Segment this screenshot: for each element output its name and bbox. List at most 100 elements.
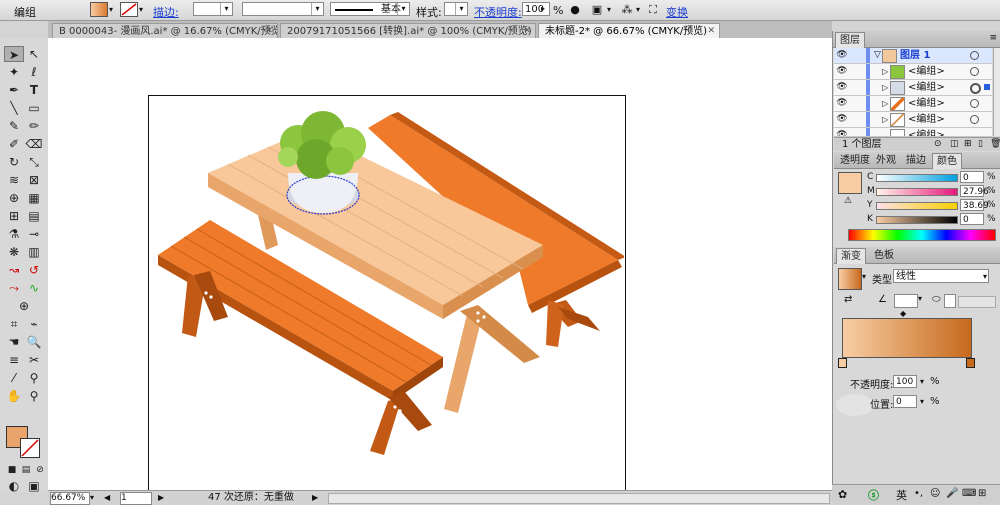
- free-transform-tool-icon[interactable]: ⊠: [24, 172, 44, 188]
- yellow-input[interactable]: 38.69: [960, 199, 989, 211]
- visibility-eye-icon[interactable]: 👁: [836, 114, 848, 125]
- reverse-gradient-icon[interactable]: ⇄: [844, 294, 852, 305]
- gradient-preview-swatch[interactable]: [838, 268, 862, 290]
- layer-name[interactable]: 图层 1: [900, 48, 930, 63]
- close-icon[interactable]: ✕: [523, 24, 531, 38]
- layer-name[interactable]: <编组>: [908, 80, 945, 95]
- opacity-link[interactable]: 不透明度:: [474, 4, 522, 20]
- target-circle-icon[interactable]: [970, 83, 981, 94]
- keyboard-icon[interactable]: ⌨: [962, 488, 976, 499]
- screen-mode-icon[interactable]: ▣: [24, 478, 44, 494]
- gradient-extra-field[interactable]: [958, 296, 996, 308]
- gradient-location-input[interactable]: 0: [893, 395, 917, 408]
- tab-transparency[interactable]: 透明度: [836, 153, 874, 168]
- layer-name[interactable]: <编组>: [908, 96, 945, 111]
- direct-selection-tool-icon[interactable]: ↖: [24, 46, 44, 62]
- gradient-type-select[interactable]: 线性 ▾: [893, 269, 989, 283]
- scissors-tool-icon[interactable]: ⚲: [24, 370, 44, 386]
- gradient-opacity-dropdown-icon[interactable]: ▾: [920, 377, 924, 386]
- black-input[interactable]: 0: [960, 213, 984, 225]
- transform-link[interactable]: 变换: [666, 4, 688, 20]
- tab-stroke[interactable]: 描边: [902, 153, 930, 168]
- brush-definition-select[interactable]: 基本 ▾: [330, 2, 410, 16]
- visibility-eye-icon[interactable]: 👁: [836, 130, 848, 136]
- layers-scrollbar[interactable]: [993, 48, 1000, 136]
- rotate-tool-icon[interactable]: ↻: [4, 154, 24, 170]
- potted-plant[interactable]: [278, 111, 366, 215]
- tab-color[interactable]: 颜色: [932, 153, 962, 169]
- layer-row[interactable]: 👁 ▷ <编组>: [834, 80, 992, 96]
- zoom-level-input[interactable]: 66.67%: [50, 492, 90, 505]
- expand-triangle-icon[interactable]: ▷: [882, 112, 888, 127]
- stroke-weight-select[interactable]: ▾: [193, 2, 233, 16]
- pen-tool-icon[interactable]: ✒: [4, 82, 24, 98]
- fill-dropdown-arrow-icon[interactable]: ▾: [106, 3, 116, 17]
- yellow-slider[interactable]: [876, 202, 958, 210]
- zoom-dropdown-arrow-icon[interactable]: ▾: [90, 491, 94, 504]
- tab-document-1[interactable]: B 0000043- 漫画风.ai* @ 16.67% (CMYK/预览) ✕: [52, 23, 278, 38]
- magnify-tool-icon[interactable]: ⚲: [24, 388, 44, 404]
- clipping-mask-icon[interactable]: ◫: [950, 138, 959, 151]
- pan-tool-icon[interactable]: ✋: [4, 388, 24, 404]
- visibility-eye-icon[interactable]: 👁: [836, 98, 848, 109]
- magenta-input[interactable]: 27.96: [960, 185, 989, 197]
- expand-triangle-icon[interactable]: ▷: [882, 64, 888, 79]
- status-menu-arrow-icon[interactable]: ▶: [312, 491, 318, 504]
- gradient-opacity-input[interactable]: 100: [893, 375, 917, 388]
- expand-triangle-icon[interactable]: ▽: [874, 48, 881, 63]
- grid-menu-icon[interactable]: ⊞: [978, 488, 986, 499]
- layer-row[interactable]: 👁 ▷ <编组>: [834, 112, 992, 128]
- selected-art-indicator[interactable]: [984, 84, 990, 90]
- mesh-tool-icon[interactable]: ⊞: [4, 208, 24, 224]
- selection-tool-icon[interactable]: ➤: [4, 46, 24, 62]
- tab-layers[interactable]: 图层: [835, 32, 865, 48]
- pencil-tool-icon[interactable]: ✏: [24, 118, 44, 134]
- print-tiling-tool-icon[interactable]: ≡: [4, 352, 24, 368]
- perspective-grid-tool-icon[interactable]: ▦: [24, 190, 44, 206]
- gradient-dropdown-arrow-icon[interactable]: ▾: [862, 272, 866, 281]
- custom-tool-b-icon[interactable]: ↺: [24, 262, 44, 278]
- expand-triangle-icon[interactable]: ▷: [882, 96, 888, 111]
- first-page-icon[interactable]: ◀: [104, 491, 110, 504]
- warp-tool-icon[interactable]: ≋: [4, 172, 24, 188]
- symbol-sprayer-tool-icon[interactable]: ❋: [4, 244, 24, 260]
- gradient-slider-bar[interactable]: [842, 318, 972, 358]
- cyan-input[interactable]: 0: [960, 171, 984, 183]
- visibility-eye-icon[interactable]: 👁: [836, 50, 848, 61]
- layer-row[interactable]: 👁 ▷ <编组>: [834, 64, 992, 80]
- close-icon[interactable]: ✕: [265, 24, 273, 38]
- tab-swatches[interactable]: 色板: [870, 248, 898, 263]
- align-icon[interactable]: ▣: [590, 3, 604, 17]
- scale-tool-icon[interactable]: ⤡: [24, 154, 44, 170]
- layer-name[interactable]: <编组>: [908, 128, 945, 136]
- path-eraser-icon[interactable]: ⁄: [4, 370, 24, 386]
- layer-row[interactable]: 👁 <编组>: [834, 128, 992, 137]
- lasso-tool-icon[interactable]: ℓ: [24, 64, 44, 80]
- microphone-icon[interactable]: 🎤: [946, 488, 958, 499]
- isolate-dropdown-arrow-icon[interactable]: ▾: [634, 3, 642, 17]
- column-graph-tool-icon[interactable]: ▥: [24, 244, 44, 260]
- color-fill-swatch[interactable]: [838, 172, 862, 194]
- close-icon[interactable]: ✕: [707, 24, 715, 38]
- tab-document-3[interactable]: 未标题-2* @ 66.67% (CMYK/预览) ✕: [538, 23, 720, 38]
- zoom-tool-icon[interactable]: 🔍: [24, 334, 44, 350]
- panel-menu-icon[interactable]: ≡: [989, 33, 997, 43]
- layer-name[interactable]: <编组>: [908, 64, 945, 79]
- target-circle-icon[interactable]: [970, 115, 979, 124]
- tab-document-2[interactable]: 20079171051566 [转换].ai* @ 100% (CMYK/预览)…: [280, 23, 536, 38]
- expand-triangle-icon[interactable]: ▷: [882, 80, 888, 95]
- knife-tool-icon[interactable]: ✂: [24, 352, 44, 368]
- opacity-dropdown-arrow-icon[interactable]: ▸: [538, 2, 548, 16]
- magenta-slider[interactable]: [876, 188, 958, 196]
- crosshair-tool-icon[interactable]: ⊕: [14, 298, 34, 314]
- artboard-tool-icon[interactable]: ⌗: [4, 316, 24, 332]
- align-dropdown-arrow-icon[interactable]: ▾: [604, 3, 614, 17]
- out-of-gamut-icon[interactable]: ⚠: [844, 196, 852, 206]
- layer-row[interactable]: 👁 ▷ <编组>: [834, 96, 992, 112]
- magic-wand-tool-icon[interactable]: ✦: [4, 64, 24, 80]
- gradient-stop-end[interactable]: [966, 358, 975, 368]
- line-tool-icon[interactable]: ╲: [4, 100, 24, 116]
- aspect-ratio-input[interactable]: [944, 294, 956, 308]
- rectangle-tool-icon[interactable]: ▭: [24, 100, 44, 116]
- new-sublayer-icon[interactable]: ⊞: [964, 138, 972, 151]
